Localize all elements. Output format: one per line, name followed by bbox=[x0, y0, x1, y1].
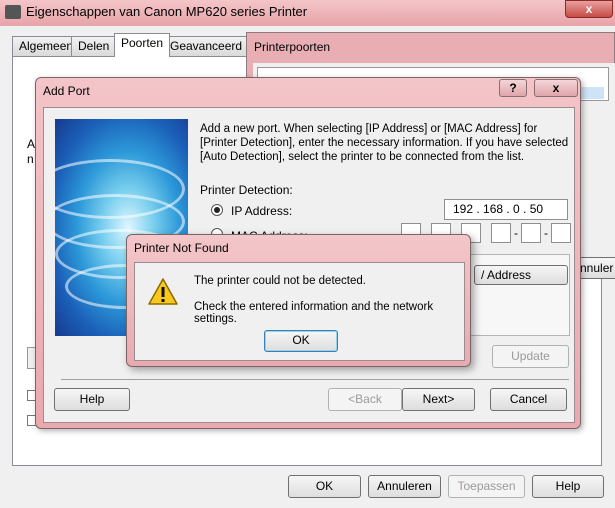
partial-text: n bbox=[27, 152, 34, 166]
error-message: The printer could not be detected. bbox=[194, 275, 366, 287]
tab-sharing[interactable]: Delen bbox=[71, 36, 117, 56]
cancel-button[interactable]: Cancel bbox=[490, 388, 567, 411]
next-button[interactable]: Next> bbox=[402, 388, 475, 411]
help-button[interactable]: Help bbox=[54, 388, 130, 411]
printer-icon bbox=[5, 5, 21, 19]
window-title: Eigenschappen van Canon MP620 series Pri… bbox=[26, 4, 308, 19]
dialog-body: The printer could not be detected. Check… bbox=[134, 262, 465, 361]
printer-detection-label: Printer Detection: bbox=[200, 183, 293, 197]
update-button[interactable]: Update bbox=[492, 345, 569, 368]
back-button[interactable]: <Back bbox=[328, 388, 402, 411]
mac-separator: - bbox=[514, 226, 518, 240]
mac-octet-input[interactable] bbox=[491, 223, 511, 243]
error-detail: Check the entered information and the ne… bbox=[194, 301, 434, 325]
help-button[interactable]: Help bbox=[532, 475, 604, 498]
help-icon[interactable]: ? bbox=[499, 79, 527, 97]
ip-address-input[interactable]: 192 . 168 . 0 . 50 bbox=[444, 199, 568, 220]
cancel-button-partial[interactable]: nnuler bbox=[579, 257, 615, 279]
dialog-title: Printer Not Found bbox=[134, 241, 229, 255]
mac-octet-input[interactable] bbox=[551, 223, 571, 243]
mac-separator: - bbox=[544, 226, 548, 240]
ip-address-radio[interactable] bbox=[211, 204, 223, 216]
close-button[interactable]: x bbox=[565, 0, 613, 18]
title-bar: Eigenschappen van Canon MP620 series Pri… bbox=[0, 0, 615, 26]
apply-button[interactable]: Toepassen bbox=[448, 475, 525, 498]
mac-octet-input[interactable] bbox=[521, 223, 541, 243]
tab-advanced[interactable]: Geavanceerd bbox=[163, 36, 250, 56]
tab-general[interactable]: Algemeen bbox=[12, 36, 81, 56]
ok-button[interactable]: OK bbox=[264, 330, 338, 352]
ok-button[interactable]: OK bbox=[288, 475, 361, 498]
printer-not-found-dialog: Printer Not Found The printer could not … bbox=[126, 234, 471, 367]
intro-text: Add a new port. When selecting [IP Addre… bbox=[200, 123, 569, 163]
divider bbox=[61, 379, 569, 380]
partial-text: A bbox=[27, 137, 36, 151]
address-button[interactable]: / Address bbox=[474, 265, 568, 285]
window-title: Printerpoorten bbox=[254, 40, 331, 54]
tab-ports[interactable]: Poorten bbox=[114, 33, 171, 57]
close-button[interactable]: x bbox=[534, 79, 578, 97]
dialog-title: Add Port bbox=[43, 84, 90, 98]
ip-address-label: IP Address: bbox=[231, 204, 293, 218]
cancel-button[interactable]: Annuleren bbox=[368, 475, 441, 498]
warning-triangle-icon bbox=[148, 278, 178, 305]
